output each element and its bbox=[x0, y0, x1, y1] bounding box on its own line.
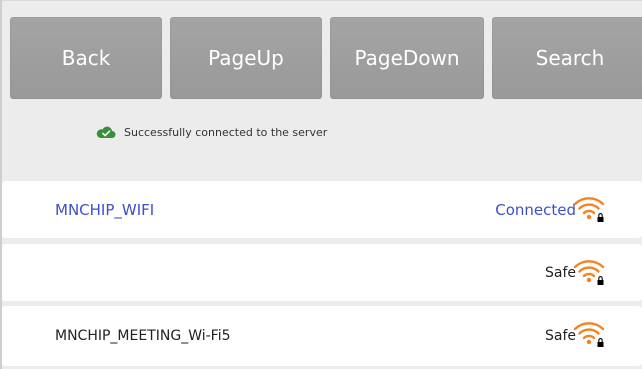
wifi-list-item[interactable]: MNCHIP_MEETING_Wi-Fi5 Safe bbox=[2, 306, 642, 366]
cloud-check-icon bbox=[96, 126, 116, 138]
wifi-locked-icon bbox=[573, 260, 605, 285]
wifi-locked-icon bbox=[573, 197, 605, 222]
page-up-button[interactable]: PageUp bbox=[170, 17, 322, 99]
wifi-locked-icon bbox=[573, 322, 605, 347]
toolbar: Back PageUp PageDown Search bbox=[10, 17, 642, 99]
wifi-state: Connected bbox=[495, 200, 576, 219]
wifi-ssid: MNCHIP_WIFI bbox=[55, 200, 155, 219]
search-button[interactable]: Search bbox=[492, 17, 642, 99]
wifi-settings-screen: Back PageUp PageDown Search Successfully… bbox=[0, 0, 642, 369]
page-down-button[interactable]: PageDown bbox=[330, 17, 484, 99]
wifi-list-item[interactable]: MNCHIP_WIFI Connected bbox=[2, 181, 642, 238]
wifi-list-item[interactable]: Safe bbox=[2, 244, 642, 301]
server-status: Successfully connected to the server bbox=[96, 122, 327, 142]
status-message: Successfully connected to the server bbox=[124, 125, 328, 139]
back-button[interactable]: Back bbox=[10, 17, 162, 99]
wifi-ssid: MNCHIP_MEETING_Wi-Fi5 bbox=[55, 328, 231, 344]
